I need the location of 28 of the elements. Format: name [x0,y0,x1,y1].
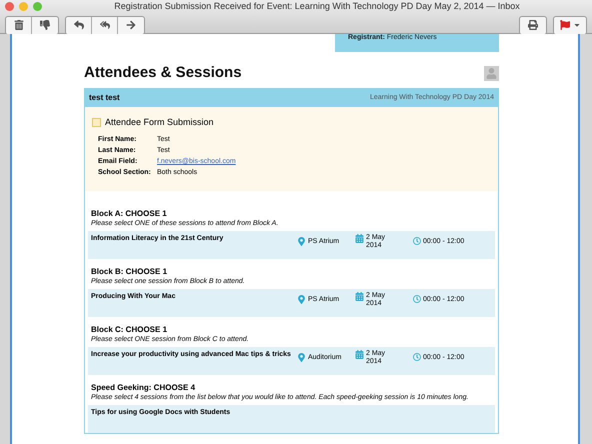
location-pin-icon [297,295,306,304]
person-icon [484,66,499,81]
clock-icon [413,353,421,361]
flag-icon [560,20,570,30]
form-title: Attendee Form Submission [105,116,214,129]
reply-icon [74,20,84,30]
form-icon [92,118,101,128]
trash-icon [14,20,24,30]
thumbs-down-icon [40,20,50,30]
window-title: Registration Submission Received for Event: Learning With Technology PD Day May 2, 2014 — Inbox [113,0,521,13]
reply-all-icon [100,20,110,30]
location-pin-icon [297,237,306,246]
close-icon[interactable] [5,2,14,12]
clock-icon [413,295,421,303]
forward-icon [126,20,136,30]
section-heading: Attendees & Sessions [84,62,242,82]
block-title: Speed Geeking: CHOOSE 4 [90,383,196,393]
calendar-icon [355,350,364,359]
caret-icon [572,21,580,29]
attendee-name: test test [89,92,120,104]
location-pin-icon [297,353,306,362]
block-title: Block C: CHOOSE 1 [90,325,168,335]
calendar-icon [355,234,364,243]
calendar-icon [355,292,364,301]
block-title: Block A: CHOOSE 1 [90,209,168,219]
block-title: Block B: CHOOSE 1 [90,267,168,277]
printer-icon [528,20,538,30]
clock-icon [413,237,421,245]
